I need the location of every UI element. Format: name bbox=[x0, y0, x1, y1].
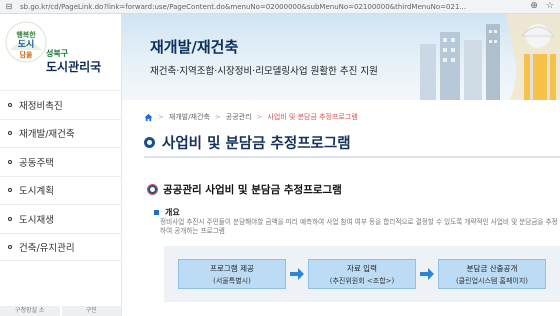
chevron-right-icon: > bbox=[214, 113, 221, 121]
heading-ring-icon bbox=[144, 136, 155, 148]
browser-address-bar[interactable]: ⊟ sb.go.kr/cd/PageLink.do?link=forward:u… bbox=[0, 0, 560, 14]
breadcrumb-item[interactable]: 공공관리 bbox=[226, 112, 252, 122]
url-text[interactable]: sb.go.kr/cd/PageLink.do?link=forward:use… bbox=[20, 3, 500, 11]
site-info-icon[interactable]: ⊟ bbox=[4, 2, 14, 12]
sidebar-bottom-tab[interactable]: 구민 bbox=[61, 306, 121, 316]
bullet-icon bbox=[8, 244, 12, 249]
sidebar-nav: 재정비촉진 재개발/재건축 공동주택 도시계획 도시재생 건축/유지관리 bbox=[0, 90, 121, 261]
sidebar-item-building-maintenance[interactable]: 건축/유지관리 bbox=[0, 232, 121, 261]
sidebar-item-label: 건축/유지관리 bbox=[19, 242, 75, 254]
flow-step-title: 프로그램 제공 bbox=[210, 264, 254, 273]
svg-text:담을: 담을 bbox=[20, 50, 33, 59]
bookmark-star-icon[interactable]: ☆ bbox=[546, 1, 554, 11]
browser-actions: ⊕ ☆ bbox=[530, 1, 554, 11]
page-heading: 사업비 및 분담금 추정프로그램 bbox=[144, 128, 560, 158]
bullet-icon bbox=[8, 188, 12, 193]
home-icon[interactable] bbox=[144, 113, 153, 122]
breadcrumb: > 재개발/재건축 > 공공관리 > 사업비 및 분담금 추정프로그램 bbox=[144, 112, 358, 122]
overview-label: 개요 bbox=[165, 208, 180, 217]
sidebar-item-urban-planning[interactable]: 도시계획 bbox=[0, 175, 121, 205]
sidebar-item-label: 재개발/재건축 bbox=[19, 129, 75, 141]
arrow-right-icon bbox=[420, 268, 434, 280]
flow-step-subtitle: (서울특별시) bbox=[213, 277, 251, 285]
flow-step-subtitle: (추진위원회 <조합>) bbox=[329, 277, 395, 285]
process-flow: 프로그램 제공 (서울특별시) 자료 입력 (추진위원회 <조합>) 분담금 산… bbox=[164, 246, 560, 302]
bullet-icon bbox=[8, 102, 12, 107]
flow-step: 자료 입력 (추진위원회 <조합>) bbox=[308, 259, 416, 289]
sidebar-item-label: 도시계획 bbox=[19, 186, 54, 198]
bullet-icon bbox=[8, 159, 12, 164]
sidebar-item-label: 공동주택 bbox=[19, 157, 54, 169]
main-content: > 재개발/재건축 > 공공관리 > 사업비 및 분담금 추정프로그램 사업비 … bbox=[122, 100, 560, 316]
breadcrumb-item[interactable]: 재개발/재건축 bbox=[169, 112, 210, 122]
flow-step-title: 분담금 산출공개 bbox=[466, 264, 518, 273]
flow-step-title: 자료 입력 bbox=[347, 264, 377, 273]
banner-title: 재개발/재건축 bbox=[150, 38, 239, 56]
chevron-right-icon: > bbox=[158, 113, 164, 121]
sidebar-item-redevelopment-promotion[interactable]: 재정비촉진 bbox=[0, 90, 121, 119]
section-bullet-icon bbox=[148, 185, 157, 194]
banner-subtitle: 재건축·지역조합·시장정비·리모델링사업 원활한 추진 지원 bbox=[150, 66, 378, 77]
arrow-right-icon bbox=[290, 268, 304, 280]
sidebar-item-redevelopment-reconstruction[interactable]: 재개발/재건축 bbox=[0, 118, 121, 148]
section-title: 공공관리 사업비 및 분담금 추정프로그램 bbox=[163, 184, 342, 196]
flow-step: 프로그램 제공 (서울특별시) bbox=[178, 259, 286, 289]
department-logo[interactable]: 행복한 도시 담을 성북구 도시관리국 bbox=[4, 20, 120, 74]
sidebar-bottom-tabs: 구청장실 소 구민 bbox=[0, 306, 121, 316]
sidebar-item-label: 도시재생 bbox=[19, 214, 54, 226]
sidebar-bottom-tab[interactable]: 구청장실 소 bbox=[0, 306, 60, 316]
bullet-icon bbox=[8, 216, 12, 221]
flow-step: 분담금 산출공개 (클린업시스템 홈페이지) bbox=[438, 259, 546, 289]
overview-text: 정비사업 추진시 주민들이 분담해야할 금액을 미리 예측하여 사업 참여 여부… bbox=[160, 218, 558, 235]
sidebar-item-urban-regeneration[interactable]: 도시재생 bbox=[0, 204, 121, 233]
zoom-icon[interactable]: ⊕ bbox=[530, 1, 538, 11]
sidebar-item-apartment-housing[interactable]: 공동주택 bbox=[0, 147, 121, 176]
svg-text:도시: 도시 bbox=[18, 39, 35, 50]
logo-title: 도시관리국 bbox=[46, 60, 102, 74]
section-heading: 공공관리 사업비 및 분담금 추정프로그램 bbox=[148, 182, 342, 197]
construction-illustration-icon bbox=[420, 14, 560, 100]
page-title: 사업비 및 분담금 추정프로그램 bbox=[162, 135, 351, 152]
chevron-right-icon: > bbox=[256, 113, 263, 121]
svg-text:행복한: 행복한 bbox=[16, 30, 36, 39]
sidebar-item-label: 재정비촉진 bbox=[19, 100, 63, 112]
flow-step-subtitle: (클린업시스템 홈페이지) bbox=[455, 277, 529, 285]
bullet-icon bbox=[8, 131, 12, 136]
sub-visual-banner: 재개발/재건축 재건축·지역조합·시장정비·리모델링사업 원활한 추진 지원 bbox=[122, 14, 560, 100]
sidebar: 행복한 도시 담을 성북구 도시관리국 재정비촉진 재개발/재건축 공동주택 도… bbox=[0, 14, 122, 316]
city-logo-badge-icon: 행복한 도시 담을 bbox=[5, 21, 47, 63]
breadcrumb-current: 사업비 및 분담금 추정프로그램 bbox=[267, 113, 358, 121]
overview-heading: 개요 bbox=[154, 207, 180, 218]
square-bullet-icon bbox=[154, 210, 159, 215]
